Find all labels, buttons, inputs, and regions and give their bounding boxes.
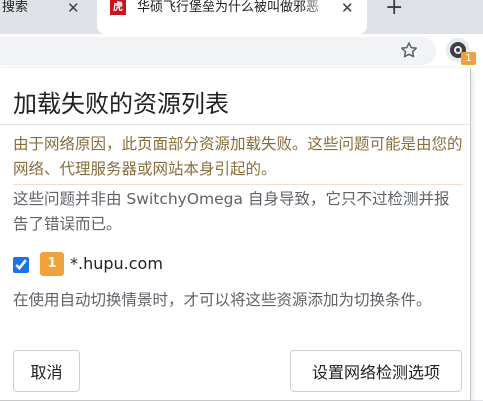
cancel-button[interactable]: 取消: [13, 350, 80, 392]
title-divider: [0, 124, 470, 125]
tab-previous[interactable]: 搜索 ✕: [0, 0, 96, 34]
hint-text: 在使用自动切换情景时，才可以将这些资源添加为切换条件。: [13, 291, 432, 309]
info-divider: [13, 184, 463, 185]
star-icon[interactable]: [399, 40, 419, 60]
tab-active-close-icon[interactable]: ✕: [341, 0, 354, 16]
resource-count-badge: 1: [40, 252, 64, 276]
tab-strip: 搜索 ✕ 虎 华硕飞行堡垒为什么被叫做邪恶 ✕ +: [0, 0, 483, 34]
warning-text: 由于网络原因，此页面部分资源加载失败。这些问题可能是由您的网络、代理服务器或网站…: [13, 135, 463, 178]
address-bar[interactable]: [0, 37, 436, 65]
resource-domain: *.hupu.com: [70, 254, 163, 273]
info-text: 这些问题并非由 SwitchyOmega 自身导致，它只不过检测并报告了错误而已…: [13, 190, 450, 233]
page-scroll-edge: [470, 68, 483, 400]
browser-toolbar: [0, 34, 483, 68]
failed-resources-popup: 加载失败的资源列表 由于网络原因，此页面部分资源加载失败。这些问题可能是由您的网…: [0, 68, 471, 401]
hupu-favicon-icon: 虎: [110, 0, 126, 15]
tab-active-title: 华硕飞行堡垒为什么被叫做邪恶: [137, 0, 320, 15]
tab-active[interactable]: 虎 华硕飞行堡垒为什么被叫做邪恶 ✕: [97, 0, 367, 34]
new-tab-button[interactable]: +: [385, 0, 403, 19]
popup-title: 加载失败的资源列表: [13, 90, 229, 118]
extension-badge: 1: [461, 52, 476, 65]
tab-previous-close-icon[interactable]: ✕: [67, 0, 80, 16]
tab-previous-title: 搜索: [2, 0, 29, 15]
resource-checkbox[interactable]: [13, 257, 29, 273]
network-settings-button[interactable]: 设置网络检测选项: [290, 350, 462, 392]
